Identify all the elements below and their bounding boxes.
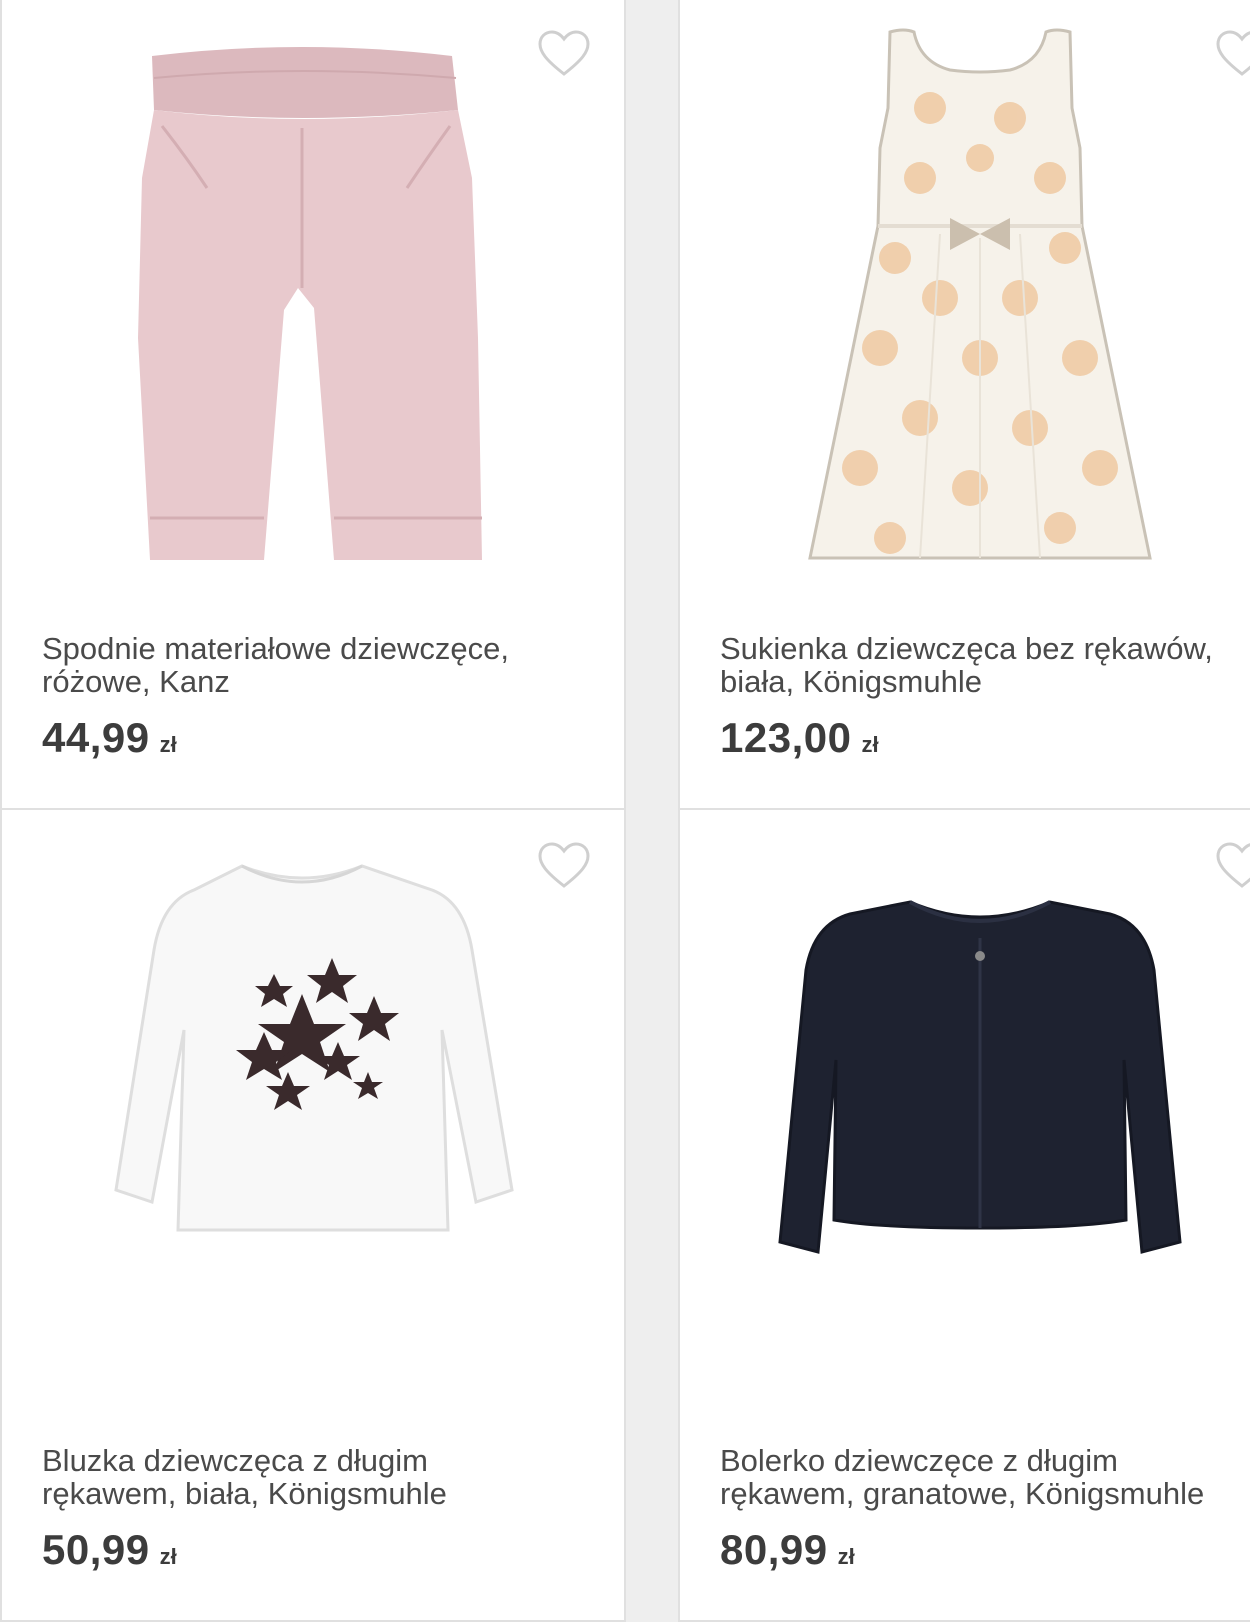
price-amount: 44,99	[42, 714, 150, 761]
product-title[interactable]: Sukienka dziewczęca bez rękawów, biała, …	[720, 632, 1250, 698]
price-amount: 80,99	[720, 1526, 828, 1573]
product-title-line: biała, Königsmuhle	[720, 664, 982, 699]
product-card[interactable]: Sukienka dziewczęca bez rękawów, biała, …	[678, 0, 1250, 810]
product-image-pants[interactable]	[2, 0, 602, 598]
product-title-line: rękawem, granatowe, Königsmuhle	[720, 1476, 1205, 1511]
product-title[interactable]: Spodnie materiałowe dziewczęce, różowe, …	[42, 631, 624, 699]
product-price: 44,99 zł	[42, 714, 177, 762]
price-currency: zł	[837, 1544, 855, 1569]
price-currency: zł	[159, 732, 177, 757]
price-currency: zł	[861, 732, 879, 757]
product-title-line: Bluzka dziewczęca z długim	[42, 1443, 428, 1478]
product-image-blouse[interactable]	[2, 810, 602, 1410]
product-title-line: różowe, Kanz	[42, 664, 230, 699]
price-amount: 123,00	[720, 714, 852, 761]
product-title-line: rękawem, biała, Königsmuhle	[42, 1476, 447, 1511]
price-amount: 50,99	[42, 1526, 150, 1573]
product-title[interactable]: Bluzka dziewczęca z długim rękawem, biał…	[42, 1443, 624, 1511]
product-title[interactable]: Bolerko dziewczęce z długim rękawem, gra…	[720, 1444, 1250, 1510]
favorite-heart-icon[interactable]	[1216, 842, 1250, 890]
product-price: 80,99 zł	[720, 1526, 855, 1574]
product-grid: Spodnie materiałowe dziewczęce, różowe, …	[0, 0, 1250, 1622]
favorite-heart-icon[interactable]	[538, 30, 590, 78]
product-card[interactable]: Spodnie materiałowe dziewczęce, różowe, …	[0, 0, 626, 810]
product-title-line: Spodnie materiałowe dziewczęce,	[42, 631, 509, 666]
favorite-heart-icon[interactable]	[1216, 30, 1250, 78]
product-price: 123,00 zł	[720, 714, 879, 762]
price-currency: zł	[159, 1544, 177, 1569]
favorite-heart-icon[interactable]	[538, 842, 590, 890]
product-title-line: Bolerko dziewczęce z długim	[720, 1443, 1119, 1478]
product-card[interactable]: Bluzka dziewczęca z długim rękawem, biał…	[0, 808, 626, 1622]
product-price: 50,99 zł	[42, 1526, 177, 1574]
product-image-dress[interactable]	[680, 0, 1250, 598]
product-image-bolero[interactable]	[680, 810, 1250, 1410]
product-title-line: Sukienka dziewczęca bez rękawów,	[720, 631, 1213, 666]
product-card[interactable]: Bolerko dziewczęce z długim rękawem, gra…	[678, 808, 1250, 1622]
